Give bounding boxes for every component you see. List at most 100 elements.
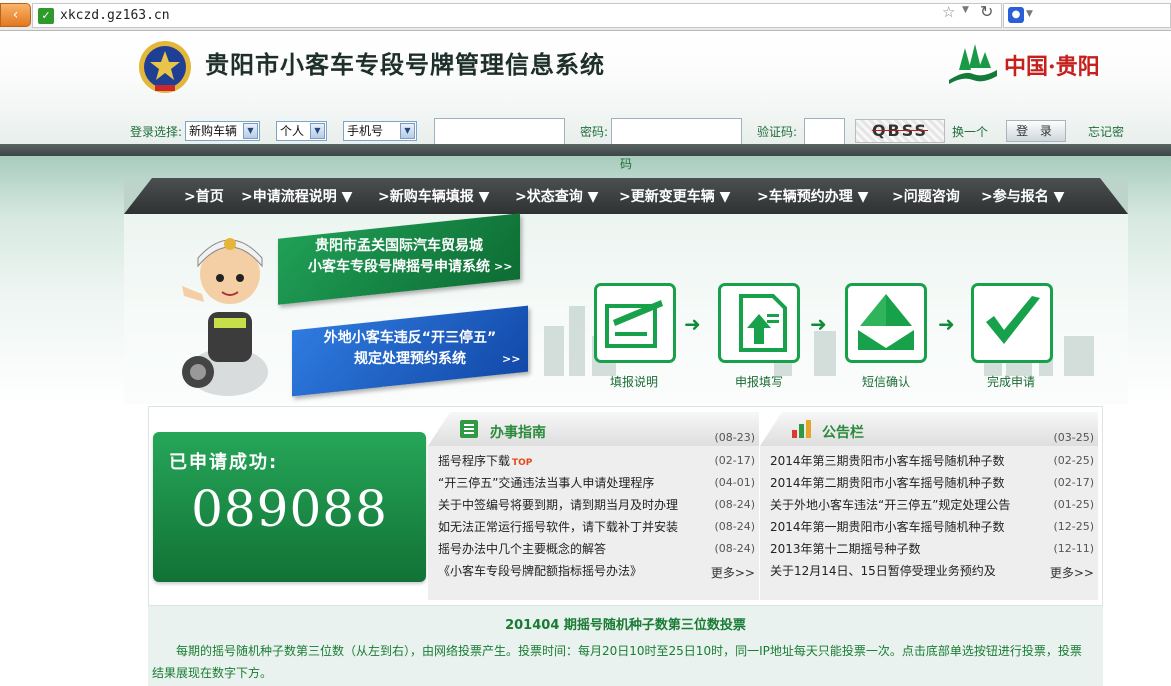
- vote-description: 每期的摇号随机种子数第三位数（从左到右），由网络投票产生。投票时间：每月20日1…: [152, 644, 1082, 680]
- panel-corner: [428, 412, 450, 446]
- step-label-guide: 填报说明: [609, 375, 658, 389]
- id-type-value: 手机号: [347, 124, 384, 138]
- guide-more-link[interactable]: 更多>>: [711, 564, 755, 581]
- arrow-left-icon: ‹: [12, 7, 19, 23]
- guiyang-logo-icon: [949, 44, 997, 84]
- password-input[interactable]: [611, 118, 742, 145]
- green-promo-line-2: 小客车专段号牌摇号申请系统: [308, 259, 490, 275]
- nav-corner-right: [1100, 178, 1128, 214]
- chevron-down-icon[interactable]: ▼: [962, 5, 969, 15]
- list-item[interactable]: “开三停五”交通违法当事人申请处理程序 (04-01): [438, 474, 755, 494]
- step-sms-confirm[interactable]: [845, 283, 927, 363]
- page-title-reflection: 贵阳市小客车专段号牌管理信息系统: [205, 58, 605, 72]
- nav-item-update-vehicle[interactable]: >更新变更车辆 ▼: [619, 186, 730, 206]
- browser-search-box[interactable]: ● ▼: [1003, 3, 1171, 28]
- list-item[interactable]: 2014年第三期贵阳市小客车摇号随机种子数 (02-25): [770, 452, 1094, 472]
- green-promo-line-1: 贵阳市孟关国际汽车贸易城: [315, 238, 483, 254]
- nav-item-status[interactable]: >状态查询 ▼: [515, 186, 598, 206]
- nav-item-new-vehicle[interactable]: >新购车辆填报 ▼: [378, 186, 489, 206]
- person-type-select[interactable]: 个人 ▼: [276, 121, 327, 141]
- paw-icon[interactable]: ●: [1008, 7, 1024, 23]
- bookmark-star-icon[interactable]: ☆: [942, 3, 955, 21]
- list-item-text: 关于外地小客车违法“开三停五”规定处理公告: [770, 498, 1011, 512]
- forget-password-link-cont[interactable]: 码: [620, 155, 632, 172]
- step-label-complete: 完成申请: [986, 375, 1035, 389]
- chevron-down-icon: ▼: [400, 123, 415, 139]
- police-badge-icon: [139, 41, 191, 93]
- notice-header-date: (03-25): [1053, 431, 1094, 444]
- list-item[interactable]: 摇号程序下载 TOP (02-17): [438, 452, 755, 472]
- notice-title: 公告栏: [822, 425, 864, 441]
- captcha-image: QBSS: [855, 119, 945, 143]
- list-item[interactable]: 2013年第十二期摇号种子数 (12-11): [770, 540, 1094, 560]
- list-item-text: 《小客车专段号牌配额指标摇号办法》: [438, 564, 643, 578]
- back-button[interactable]: ‹: [0, 3, 31, 27]
- success-label: 已申请成功:: [169, 452, 279, 473]
- blue-promo-line-1: 外地小客车违反“开三停五”: [323, 330, 497, 346]
- login-button[interactable]: 登 录: [1006, 120, 1066, 142]
- person-type-value: 个人: [280, 124, 305, 138]
- nav-item-home[interactable]: >首页: [184, 186, 224, 206]
- nav-item-consult[interactable]: >问题咨询: [892, 186, 960, 206]
- double-arrow-icon: >>: [501, 352, 520, 366]
- success-number: 089088: [191, 480, 388, 538]
- upload-document-icon: [739, 294, 787, 352]
- list-item[interactable]: 关于12月14日、15日暂停受理业务预约及: [770, 562, 1094, 582]
- blue-promo-line-2: 规定处理预约系统: [354, 351, 466, 367]
- id-type-select[interactable]: 手机号 ▼: [343, 121, 417, 141]
- panel-corner: [760, 412, 782, 446]
- guide-panel: 办事指南 (08-23) 摇号程序下载 TOP (02-17) “开三停五”交通违…: [428, 412, 759, 600]
- step-apply-form[interactable]: [718, 283, 800, 363]
- top-badge: TOP: [512, 458, 533, 468]
- login-form: 登录选择: 新购车辆 ▼ 个人 ▼ 手机号 ▼ 密码: 验证码: QBSS 换一…: [0, 118, 1171, 145]
- captcha-input[interactable]: [804, 118, 845, 145]
- list-item[interactable]: 2014年第二期贵阳市小客车摇号随机种子数 (02-17): [770, 474, 1094, 494]
- step-fill-guide[interactable]: [594, 283, 676, 363]
- browser-toolbar: ‹ ✓ xkczd.gz163.cn ☆ ▼ ↻ ● ▼: [0, 0, 1171, 31]
- header-divider: [0, 144, 1171, 156]
- step-complete[interactable]: [971, 283, 1053, 363]
- nav-item-reservation[interactable]: >车辆预约办理 ▼: [757, 186, 868, 206]
- list-item-date: (01-25): [1053, 498, 1094, 511]
- city-logo-text: 中国·贵阳: [1004, 54, 1100, 80]
- list-item-text: 2014年第二期贵阳市小客车摇号随机种子数: [770, 476, 1005, 490]
- notice-more-link[interactable]: 更多>>: [1050, 564, 1094, 581]
- chevron-down-icon[interactable]: ▼: [1026, 9, 1033, 19]
- book-icon: [460, 420, 478, 438]
- list-item-text: “开三停五”交通违法当事人申请处理程序: [438, 476, 655, 490]
- list-item[interactable]: 《小客车专段号牌配额指标摇号办法》: [438, 562, 755, 582]
- list-item-text: 关于中签编号将要到期，请到期当月及时办理: [438, 498, 679, 512]
- vehicle-type-select[interactable]: 新购车辆 ▼: [185, 121, 260, 141]
- guide-header-date: (08-23): [714, 431, 755, 444]
- reload-icon[interactable]: ↻: [980, 2, 993, 21]
- checkmark-icon: [986, 296, 1040, 344]
- guide-panel-header: 办事指南 (08-23): [428, 412, 759, 446]
- list-item[interactable]: 2014年第一期贵阳市小客车摇号随机种子数 (12-25): [770, 518, 1094, 538]
- chevron-down-icon: ▼: [243, 123, 258, 139]
- notice-panel: 公告栏 (03-25) 2014年第三期贵阳市小客车摇号随机种子数 (02-25…: [760, 412, 1098, 600]
- arrow-right-icon: ➜: [810, 312, 827, 336]
- bar-chart-icon: [792, 420, 811, 438]
- list-item[interactable]: 关于外地小客车违法“开三停五”规定处理公告 (01-25): [770, 496, 1094, 516]
- refresh-captcha-link[interactable]: 换一个: [952, 123, 988, 140]
- forget-password-link[interactable]: 忘记密: [1088, 123, 1124, 140]
- login-select-label: 登录选择:: [130, 125, 183, 139]
- account-input[interactable]: [434, 118, 565, 145]
- arrow-right-icon: ➜: [938, 312, 955, 336]
- list-item-date: (08-24): [714, 542, 755, 555]
- list-item-date: (08-24): [714, 520, 755, 533]
- nav-item-process[interactable]: >申请流程说明 ▼: [241, 186, 352, 206]
- address-bar[interactable]: ✓ xkczd.gz163.cn: [32, 3, 1002, 28]
- nav-item-signup[interactable]: >参与报名 ▼: [981, 186, 1064, 206]
- arrow-right-icon: ➜: [684, 312, 701, 336]
- vote-title: 201404 期摇号随机种子数第三位数投票: [505, 618, 746, 633]
- checkmark-icon: ✓: [38, 8, 54, 24]
- list-item[interactable]: 如无法正常运行摇号软件，请下载补丁并安装 (08-24): [438, 518, 755, 538]
- list-item-text: 摇号办法中几个主要概念的解答: [438, 542, 607, 556]
- list-item[interactable]: 摇号办法中几个主要概念的解答 (08-24): [438, 540, 755, 560]
- list-item[interactable]: 关于中签编号将要到期，请到期当月及时办理 (08-24): [438, 496, 755, 516]
- captcha-label: 验证码:: [757, 125, 798, 139]
- police-mascot-image: [182, 238, 268, 396]
- notice-panel-header: 公告栏 (03-25): [760, 412, 1098, 446]
- step-label-sms: 短信确认: [861, 375, 910, 389]
